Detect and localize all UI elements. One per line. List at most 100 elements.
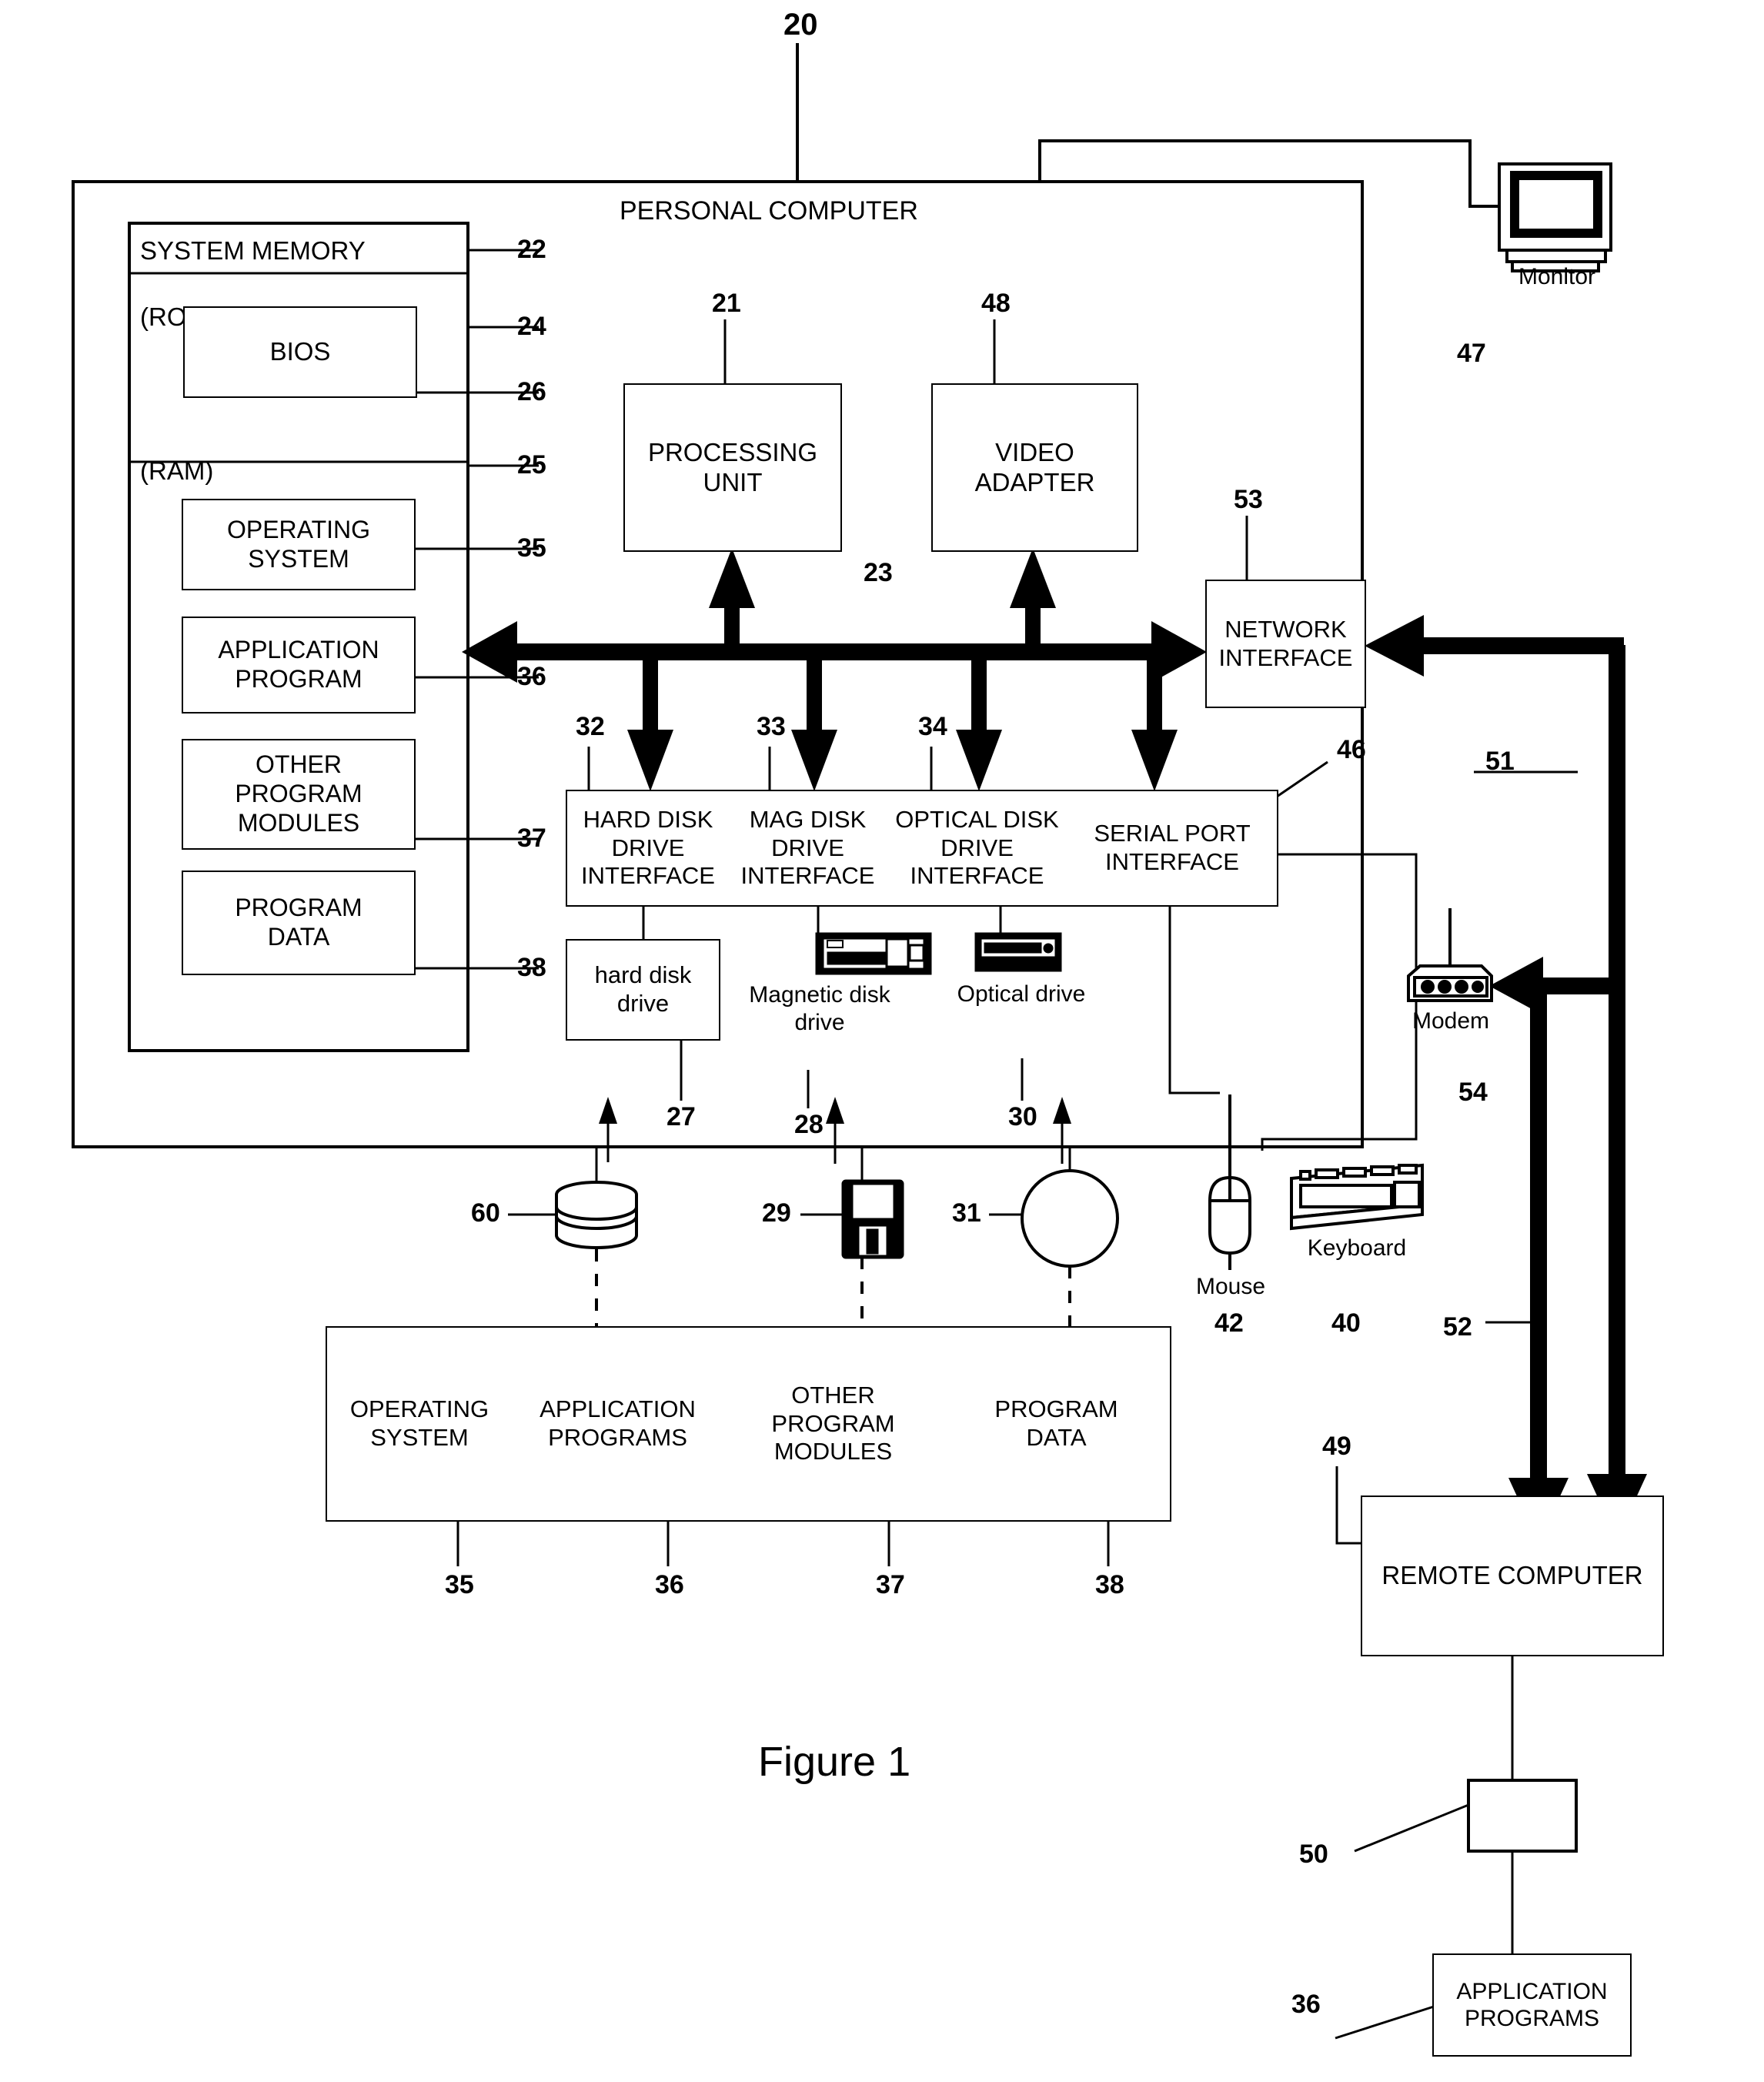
ref-29: 29 (762, 1198, 791, 1228)
mag-cap-line1: Magnetic disk (749, 982, 890, 1008)
optical-drive-caption: Optical drive (957, 981, 1086, 1007)
sc0-line2: SYSTEM (370, 1424, 469, 1451)
patent-figure-1: PERSONAL COMPUTER SYSTEM MEMORY (ROM) (R… (0, 0, 1764, 2082)
page-title: PERSONAL COMPUTER (620, 196, 918, 226)
rap-line1: APPLICATION (1456, 1978, 1608, 2004)
ref-27: 27 (667, 1102, 696, 1131)
modem-caption: Modem (1412, 1008, 1490, 1034)
mouse-caption: Mouse (1195, 1274, 1266, 1299)
keyboard-caption: Keyboard (1307, 1235, 1407, 1261)
floppy-disk-icon (841, 1179, 904, 1259)
mouse-icon (1208, 1094, 1251, 1270)
sc2-line3: MODULES (773, 1438, 893, 1465)
ref-36-bottom: 36 (655, 1570, 684, 1599)
ref-35-bottom: 35 (445, 1570, 474, 1599)
ref-36-ram: 36 (517, 662, 546, 691)
ref-40: 40 (1331, 1308, 1361, 1338)
leader-49 (1335, 1466, 1362, 1545)
bus-line (477, 643, 1191, 660)
pu-line2: UNIT (703, 467, 763, 496)
leader-36-remote (1335, 2005, 1435, 2040)
ni-line2: INTERFACE (1218, 643, 1353, 671)
os-line1: OPERATING (226, 515, 371, 543)
ref-38-bottom: 38 (1095, 1570, 1124, 1599)
hard-disk-drive-interface-label: HARD DISK DRIVE INTERFACE (567, 791, 729, 905)
storage-other-program-modules-label: OTHER PROGRAM MODULES (723, 1328, 943, 1520)
os-line2: SYSTEM (248, 544, 349, 573)
modem-bus-vertical (1530, 986, 1547, 1525)
bios-text: BIOS (269, 337, 331, 366)
remote-computer-label: REMOTE COMPUTER (1362, 1497, 1662, 1655)
hddif-line2: DRIVE (611, 834, 685, 861)
va-line1: VIDEO (995, 437, 1074, 466)
sc3-line2: DATA (1026, 1424, 1087, 1451)
magnetic-disk-drive-icon (815, 932, 932, 975)
bus-arrow-cpu (709, 548, 755, 608)
serial-port-interface-label: SERIAL PORT INTERFACE (1067, 791, 1277, 905)
opm-line2: PROGRAM (235, 780, 362, 808)
opm-line1: OTHER (256, 750, 342, 779)
ref-22: 22 (517, 235, 546, 264)
hard-disk-drive-label: hard disk drive (567, 941, 719, 1039)
bus-arrow-video (1010, 548, 1056, 608)
ref-21: 21 (712, 289, 741, 318)
ref-48: 48 (981, 289, 1011, 318)
ref-49: 49 (1322, 1432, 1351, 1461)
ref-35-ram: 35 (517, 533, 546, 563)
app-line2: PROGRAM (235, 665, 362, 693)
ref-53: 53 (1234, 485, 1263, 514)
ram-program-data-label: PROGRAM DATA (183, 872, 414, 974)
leader-50 (1354, 1803, 1469, 1853)
ram-label: (RAM) (140, 456, 214, 485)
optif-line1: OPTICAL DISK (895, 806, 1059, 834)
ref-38-ram: 38 (517, 953, 546, 982)
ref-50: 50 (1299, 1840, 1328, 1869)
bus-arrow-left (462, 621, 517, 683)
magnetic-disk-drive-caption: Magnetic disk drive (727, 981, 912, 1037)
sc1-line2: PROGRAMS (548, 1424, 687, 1451)
sc0-line1: OPERATING (349, 1395, 489, 1423)
video-adapter-label: VIDEO ADAPTER (933, 385, 1137, 550)
opm-line3: MODULES (237, 808, 360, 837)
optif-line3: INTERFACE (910, 862, 1044, 890)
ref-33: 33 (757, 712, 786, 741)
sc2-line2: PROGRAM (771, 1409, 895, 1437)
ref-23: 23 (864, 558, 893, 587)
pu-line1: PROCESSING (647, 437, 818, 466)
optif-line2: DRIVE (940, 834, 1014, 861)
storage-program-data-label: PROGRAM DATA (943, 1328, 1170, 1520)
magif-line3: INTERFACE (740, 862, 875, 890)
rap-line2: PROGRAMS (1464, 2006, 1600, 2031)
figure-caption: Figure 1 (758, 1739, 911, 1785)
ref-36-remote: 36 (1291, 1990, 1321, 2019)
ref-26: 26 (517, 377, 546, 406)
hddif-line3: INTERFACE (581, 862, 715, 890)
serif-line1: SERIAL PORT (1094, 820, 1251, 847)
modem-icon (1407, 908, 1493, 1002)
ram-application-program-label: APPLICATION PROGRAM (183, 618, 414, 712)
ref-60: 60 (471, 1198, 500, 1228)
magif-line2: DRIVE (771, 834, 844, 861)
network-interface-label: NETWORK INTERFACE (1207, 581, 1365, 707)
optical-disk-drive-interface-label: OPTICAL DISK DRIVE INTERFACE (887, 791, 1067, 905)
hard-disk-platter-icon (555, 1181, 638, 1249)
bios-label: BIOS (185, 308, 416, 396)
magif-line1: MAG DISK (749, 806, 867, 834)
ref-37-bottom: 37 (876, 1570, 905, 1599)
ref-24: 24 (517, 312, 546, 341)
serif-line2: INTERFACE (1105, 848, 1239, 875)
ref-52: 52 (1443, 1312, 1472, 1342)
ref-46: 46 (1337, 735, 1366, 764)
monitor-caption: Monitor (1518, 264, 1596, 289)
ram-operating-system-label: OPERATING SYSTEM (183, 500, 414, 589)
app-line1: APPLICATION (218, 636, 379, 664)
pd-line2: DATA (267, 923, 330, 951)
ref-30: 30 (1008, 1102, 1037, 1131)
optical-disc-icon (1021, 1169, 1119, 1268)
mouse-cable (1168, 905, 1220, 1094)
monitor-icon (1498, 162, 1612, 272)
ref-25: 25 (517, 450, 546, 480)
keyboard-cable (1261, 853, 1418, 1151)
bus-arrow-serial-if (1131, 730, 1178, 791)
remote-application-programs-label: APPLICATION PROGRAMS (1434, 1955, 1630, 2055)
